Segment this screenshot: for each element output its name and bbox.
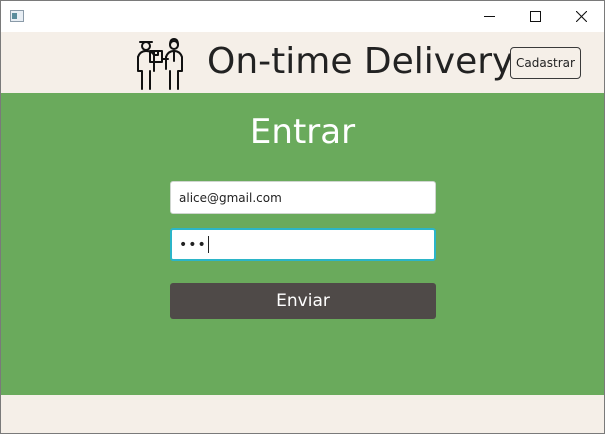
text-caret (207, 236, 209, 253)
maximize-button[interactable] (512, 1, 558, 32)
app-window: On-time Delivery Cadastrar Entrar alice@… (0, 0, 605, 434)
app-window-icon (10, 10, 24, 22)
email-field[interactable]: alice@gmail.com (170, 181, 436, 214)
app-title: On-time Delivery (207, 41, 514, 82)
close-icon (575, 11, 587, 22)
close-button[interactable] (558, 1, 604, 32)
minimize-icon (483, 16, 495, 17)
password-field[interactable]: ••• (170, 228, 436, 261)
app-footer (1, 395, 604, 433)
password-value: ••• (179, 236, 207, 253)
maximize-icon (529, 11, 541, 22)
login-title: Entrar (249, 112, 356, 152)
email-value: alice@gmail.com (179, 190, 282, 205)
submit-button[interactable]: Enviar (170, 283, 436, 319)
register-button[interactable]: Cadastrar (510, 47, 581, 79)
title-bar[interactable] (1, 1, 604, 32)
minimize-button[interactable] (466, 1, 512, 32)
delivery-people-icon (137, 38, 183, 90)
